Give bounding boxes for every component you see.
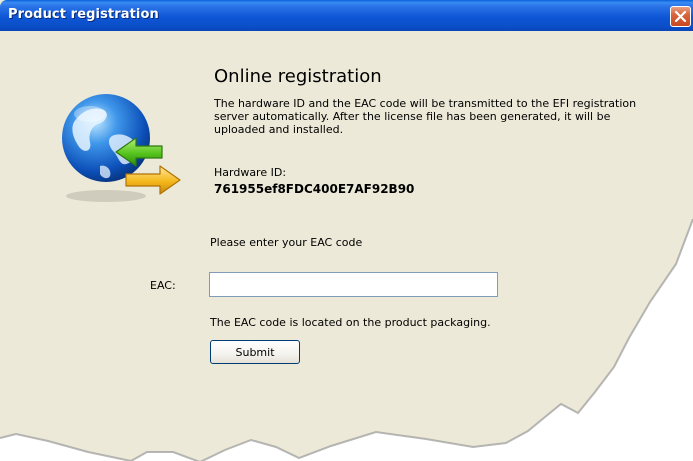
screenshot-stage: Product registration Online registration… [0,0,693,461]
eac-label: EAC: [150,279,176,292]
close-icon [674,10,687,23]
eac-prompt: Please enter your EAC code [210,236,363,249]
registration-description: The hardware ID and the EAC code will be… [214,97,637,136]
window-title: Product registration [8,7,159,22]
window-titlebar[interactable]: Product registration [0,0,693,31]
close-button[interactable] [670,6,691,27]
submit-button[interactable]: Submit [210,340,300,364]
eac-input[interactable] [209,272,498,297]
eac-note: The EAC code is located on the product p… [210,316,491,329]
globe-transfer-icon [62,94,181,202]
hardware-id-label: Hardware ID: [214,166,287,179]
hardware-id-value: 761955ef8FDC400E7AF92B90 [214,182,415,196]
page-heading: Online registration [214,66,382,87]
